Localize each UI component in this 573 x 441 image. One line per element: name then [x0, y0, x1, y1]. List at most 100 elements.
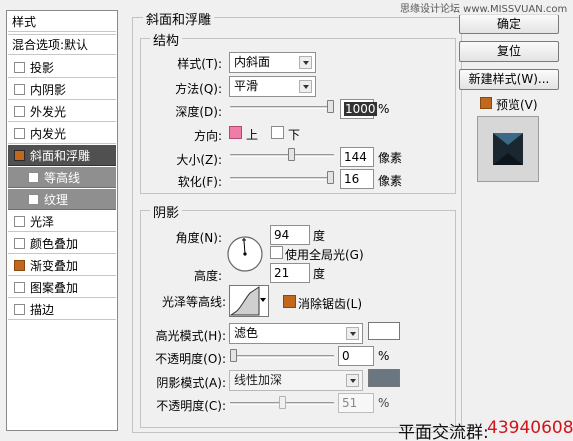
global-light-checkbox[interactable] — [270, 246, 283, 259]
shadow-color-swatch[interactable] — [368, 369, 400, 387]
size-input[interactable]: 144 — [340, 147, 374, 167]
gloss-contour-picker[interactable] — [229, 285, 269, 317]
chevron-down-icon — [260, 298, 266, 302]
styles-header[interactable]: 样式 — [8, 11, 116, 32]
style-checkbox[interactable] — [14, 281, 25, 293]
style-item-label: 图案叠加 — [30, 280, 79, 295]
style-item-label: 外发光 — [30, 104, 67, 119]
style-select-value: 内斜面 — [234, 55, 271, 69]
size-label: 大小(Z): — [176, 153, 222, 167]
style-checkbox[interactable] — [14, 127, 25, 139]
preview-checkbox[interactable] — [480, 97, 492, 109]
shadow-mode-value: 线性加深 — [234, 373, 283, 387]
structure-title: 结构 — [150, 30, 183, 49]
highlight-opacity-slider[interactable] — [230, 349, 334, 362]
technique-select[interactable]: 平滑 — [229, 76, 316, 97]
altitude-unit: 度 — [313, 267, 326, 281]
shadow-mode-label: 阴影模式(A): — [156, 376, 226, 390]
style-checkbox[interactable] — [14, 259, 25, 271]
direction-up-radio[interactable] — [229, 126, 242, 139]
chevron-down-icon — [299, 80, 312, 93]
style-item-label: 纹理 — [44, 192, 69, 207]
style-select[interactable]: 内斜面 — [229, 52, 316, 73]
shading-title: 阴影 — [150, 202, 183, 221]
direction-down-radio[interactable] — [271, 126, 284, 139]
style-item[interactable]: 内发光 — [8, 123, 116, 144]
shadow-mode-select[interactable]: 线性加深 — [229, 370, 363, 391]
style-checkbox[interactable] — [14, 215, 25, 227]
angle-value: 94 — [274, 228, 290, 242]
angle-dial[interactable] — [226, 235, 264, 273]
style-item[interactable]: 投影 — [8, 57, 116, 78]
depth-input[interactable]: 1000 — [340, 99, 377, 119]
gloss-contour-label: 光泽等高线: — [161, 295, 226, 309]
depth-label: 深度(D): — [175, 105, 222, 119]
highlight-opacity-label: 不透明度(O): — [155, 352, 226, 366]
slider-thumb[interactable] — [230, 349, 237, 362]
preview-label: 预览(V) — [496, 98, 538, 112]
contour-curve-icon — [230, 286, 260, 316]
slider-track — [230, 106, 334, 109]
depth-slider[interactable] — [230, 100, 334, 113]
style-item[interactable]: 图案叠加 — [8, 277, 116, 298]
depth-value: 1000 — [344, 102, 377, 116]
ok-button[interactable]: 确定 — [459, 14, 559, 34]
shadow-opacity-input[interactable]: 51 — [338, 393, 374, 413]
style-item-label: 等高线 — [44, 170, 81, 185]
style-checkbox[interactable] — [14, 83, 25, 95]
watermark-top: 思缘设计论坛 www.MISSVUAN.com — [398, 0, 570, 15]
highlight-opacity-input[interactable]: 0 — [338, 346, 374, 366]
soften-value: 16 — [344, 172, 360, 186]
size-slider[interactable] — [230, 148, 334, 161]
style-label: 样式(T): — [177, 57, 222, 71]
altitude-label: 高度: — [193, 269, 222, 283]
slider-thumb[interactable] — [327, 171, 334, 184]
style-item[interactable]: 光泽 — [8, 211, 116, 232]
watermark-bottom-number: 43940608 — [487, 418, 573, 438]
slider-track — [230, 355, 334, 358]
style-checkbox[interactable] — [14, 149, 25, 161]
style-checkbox[interactable] — [28, 193, 39, 205]
antialias-checkbox[interactable] — [283, 295, 296, 308]
style-item[interactable]: 颜色叠加 — [8, 233, 116, 254]
size-value: 144 — [344, 150, 367, 164]
direction-up-label: 上 — [246, 128, 259, 142]
style-checkbox[interactable] — [28, 171, 39, 183]
soften-input[interactable]: 16 — [340, 169, 374, 189]
soften-slider[interactable] — [230, 171, 334, 184]
style-item[interactable]: 斜面和浮雕 — [8, 145, 116, 166]
style-checkbox[interactable] — [14, 61, 25, 73]
shadow-opacity-slider[interactable] — [230, 396, 334, 409]
blending-options-item[interactable]: 混合选项:默认 — [8, 34, 116, 55]
direction-down-label: 下 — [288, 128, 301, 142]
style-item[interactable]: 外发光 — [8, 101, 116, 122]
style-item[interactable]: 纹理 — [8, 189, 116, 210]
style-item[interactable]: 描边 — [8, 299, 116, 320]
soften-unit: 像素 — [378, 174, 403, 188]
antialias-label: 消除锯齿(L) — [298, 297, 363, 311]
highlight-opacity-value: 0 — [342, 349, 350, 363]
style-item-label: 内阴影 — [30, 82, 67, 97]
altitude-input[interactable]: 21 — [270, 263, 310, 283]
style-item[interactable]: 渐变叠加 — [8, 255, 116, 276]
style-item-label: 描边 — [30, 302, 55, 317]
highlight-color-swatch[interactable] — [368, 322, 400, 340]
angle-input[interactable]: 94 — [270, 225, 310, 245]
reset-button[interactable]: 复位 — [459, 41, 559, 62]
slider-thumb[interactable] — [279, 396, 286, 409]
shadow-opacity-unit: % — [378, 396, 390, 410]
style-item[interactable]: 内阴影 — [8, 79, 116, 100]
new-style-button[interactable]: 新建样式(W)... — [459, 69, 559, 90]
slider-thumb[interactable] — [288, 148, 295, 161]
style-checkbox[interactable] — [14, 237, 25, 249]
style-item[interactable]: 等高线 — [8, 167, 116, 188]
style-checkbox[interactable] — [14, 105, 25, 117]
slider-track — [230, 154, 334, 157]
slider-thumb[interactable] — [327, 100, 334, 113]
altitude-value: 21 — [274, 266, 290, 280]
style-item-label: 渐变叠加 — [30, 258, 79, 273]
bevel-preview-icon — [493, 133, 523, 165]
style-item-label: 颜色叠加 — [30, 236, 79, 251]
style-checkbox[interactable] — [14, 303, 25, 315]
highlight-mode-select[interactable]: 滤色 — [229, 323, 363, 344]
